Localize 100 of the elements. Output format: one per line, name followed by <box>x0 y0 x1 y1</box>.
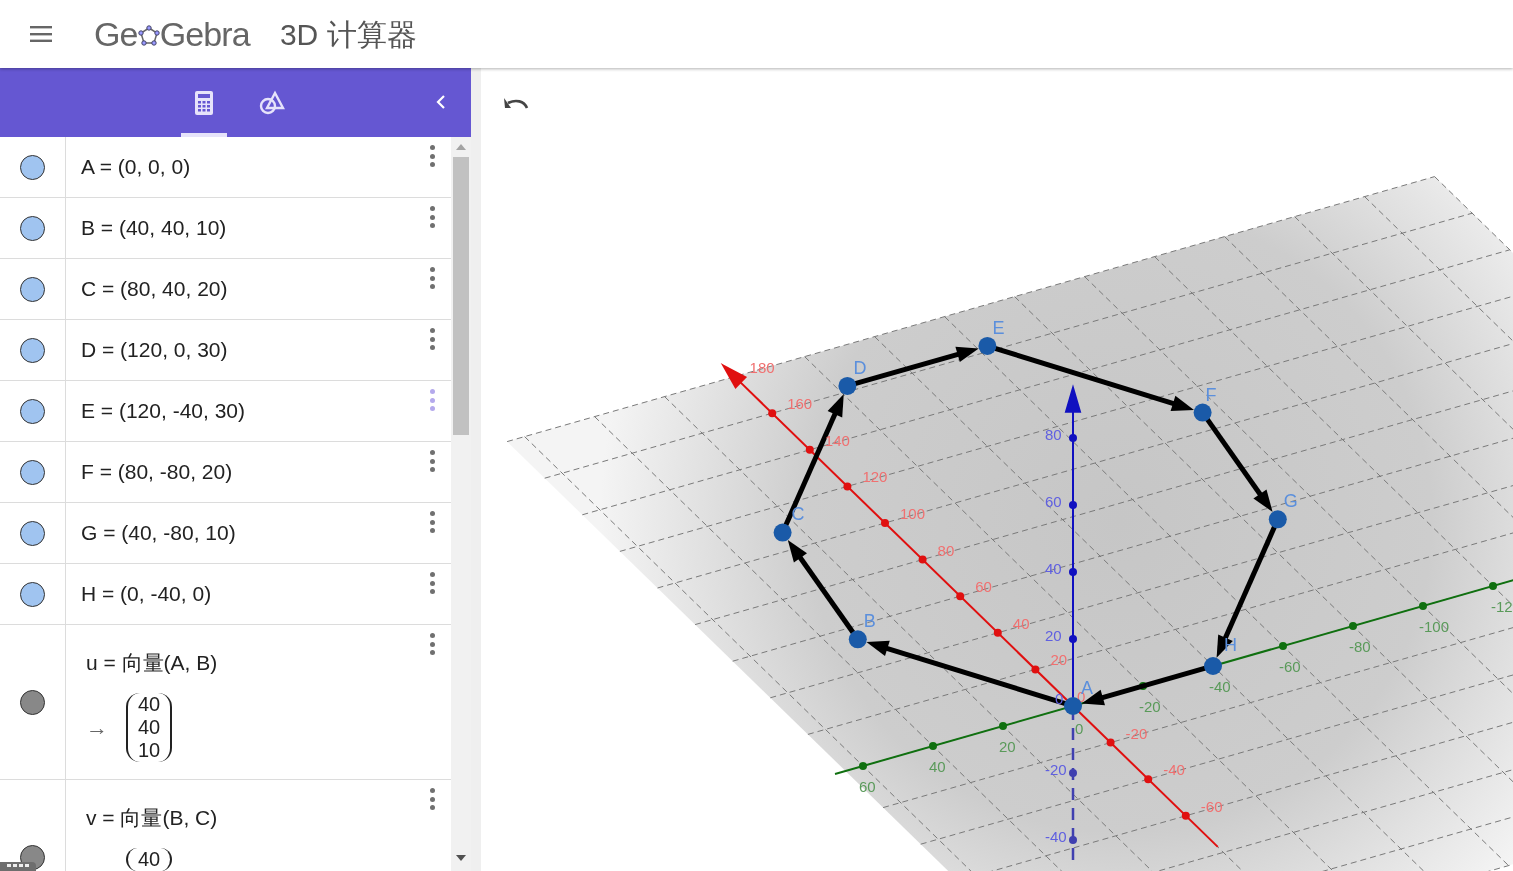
axis-label: 180 <box>749 358 775 376</box>
tick-mark <box>1069 836 1077 844</box>
more-options-icon[interactable] <box>429 145 435 167</box>
tick-mark <box>1419 602 1427 610</box>
point-definition[interactable]: G = (40, -80, 10) <box>81 517 413 549</box>
axis-label: 120 <box>862 468 888 486</box>
more-options-icon[interactable] <box>429 511 435 533</box>
tick-mark <box>768 409 777 418</box>
axis-label: 20 <box>999 738 1016 755</box>
scrollbar-thumb[interactable] <box>453 157 469 435</box>
tick-mark <box>929 742 937 750</box>
tick-mark <box>1139 682 1147 690</box>
tick-mark <box>1069 568 1077 576</box>
point-definition[interactable]: B = (40, 40, 10) <box>81 212 413 244</box>
point-marker[interactable] <box>773 523 792 542</box>
point-label: F <box>1205 384 1217 405</box>
visibility-toggle[interactable] <box>20 398 45 424</box>
more-options-icon[interactable] <box>429 267 435 289</box>
tick-mark <box>1069 769 1077 777</box>
point-marker[interactable] <box>1193 403 1212 422</box>
point-marker[interactable] <box>1204 657 1222 675</box>
pentagon-icon <box>137 25 160 47</box>
point-label: D <box>853 357 867 378</box>
tick-mark <box>1144 775 1153 784</box>
more-options-icon[interactable] <box>429 633 435 655</box>
axis-label: -20 <box>1125 724 1148 742</box>
visibility-toggle[interactable] <box>20 154 45 180</box>
more-options-icon[interactable] <box>429 206 435 228</box>
vector-output: 40 <box>126 847 173 871</box>
more-options-icon[interactable] <box>429 788 435 810</box>
app-title: 3D 计算器 <box>279 16 417 53</box>
axis-label: -40 <box>1163 761 1185 779</box>
visibility-toggle[interactable] <box>20 520 45 546</box>
tick-mark <box>1069 434 1077 442</box>
axis-label: 0 <box>1075 720 1084 737</box>
more-options-icon[interactable] <box>429 450 435 472</box>
axis-label: 60 <box>1045 493 1062 510</box>
tick-mark <box>881 519 889 527</box>
visibility-toggle[interactable] <box>20 337 45 363</box>
visibility-toggle[interactable] <box>20 689 45 715</box>
axis-label: -20 <box>1139 698 1161 715</box>
tick-mark <box>956 592 965 601</box>
point-definition[interactable]: D = (120, 0, 30) <box>81 334 413 366</box>
point-marker[interactable] <box>1268 510 1287 529</box>
axis-label: 100 <box>900 505 926 522</box>
axis-label: 40 <box>929 758 946 775</box>
point-definition[interactable]: A = (0, 0, 0) <box>81 151 413 183</box>
visibility-toggle[interactable] <box>20 459 45 485</box>
axis-label: 80 <box>1045 426 1062 443</box>
tick-mark <box>1489 582 1497 590</box>
axis-label: -100 <box>1419 618 1450 635</box>
vector-definition[interactable]: u = 向量(A, B) <box>86 647 413 679</box>
point-marker[interactable] <box>838 376 857 395</box>
tick-mark <box>1279 642 1287 650</box>
tick-mark <box>1181 811 1190 820</box>
point-definition[interactable]: F = (80, -80, 20) <box>81 456 413 488</box>
axis-label: 160 <box>787 395 813 413</box>
tick-mark <box>1349 622 1357 630</box>
scrollbar[interactable] <box>451 137 471 871</box>
vector-definition[interactable]: v = 向量(B, C) <box>86 802 413 834</box>
keyboard-icon <box>7 864 29 869</box>
keyboard-button[interactable] <box>0 862 36 871</box>
point-marker[interactable] <box>848 630 867 649</box>
axis-label: 40 <box>1045 560 1062 577</box>
axis-label: -40 <box>1209 678 1231 695</box>
axis-label: 60 <box>859 778 876 795</box>
tick-mark <box>999 722 1007 730</box>
axis-label: -80 <box>1349 638 1371 655</box>
axis-label: -40 <box>1045 828 1067 845</box>
visibility-toggle[interactable] <box>20 276 45 302</box>
point-definition[interactable]: E = (120, -40, 30) <box>81 395 413 427</box>
point-definition[interactable]: C = (80, 40, 20) <box>81 273 413 305</box>
vector-output: 40 40 10 <box>126 692 173 762</box>
axis-label: 60 <box>975 578 992 596</box>
shapes-icon <box>259 89 285 116</box>
point-label: G <box>1283 491 1298 512</box>
scroll-down-icon[interactable] <box>456 855 466 861</box>
tick-mark <box>1069 635 1077 643</box>
tick-mark <box>918 555 927 564</box>
tick-mark <box>1069 501 1077 509</box>
menu-icon[interactable] <box>30 26 52 42</box>
axis-label: -60 <box>1200 797 1223 815</box>
tick-mark <box>1031 665 1040 674</box>
axis-label: -20 <box>1045 761 1067 778</box>
axis-label: 40 <box>1012 614 1030 632</box>
axis-label: 20 <box>1045 627 1062 644</box>
point-definition[interactable]: H = (0, -40, 0) <box>81 578 413 610</box>
calculator-icon <box>195 90 213 115</box>
point-label: C <box>791 503 805 524</box>
more-options-icon[interactable] <box>429 572 435 594</box>
more-options-icon[interactable] <box>429 328 435 350</box>
visibility-toggle[interactable] <box>20 581 45 607</box>
point-label: B <box>863 611 876 632</box>
tick-mark <box>843 482 852 491</box>
tick-mark <box>1106 738 1115 747</box>
output-arrow: → <box>86 713 108 742</box>
logo-text: Ge <box>94 13 138 55</box>
point-marker[interactable] <box>978 336 997 355</box>
tick-mark <box>805 445 814 454</box>
visibility-toggle[interactable] <box>20 215 45 241</box>
